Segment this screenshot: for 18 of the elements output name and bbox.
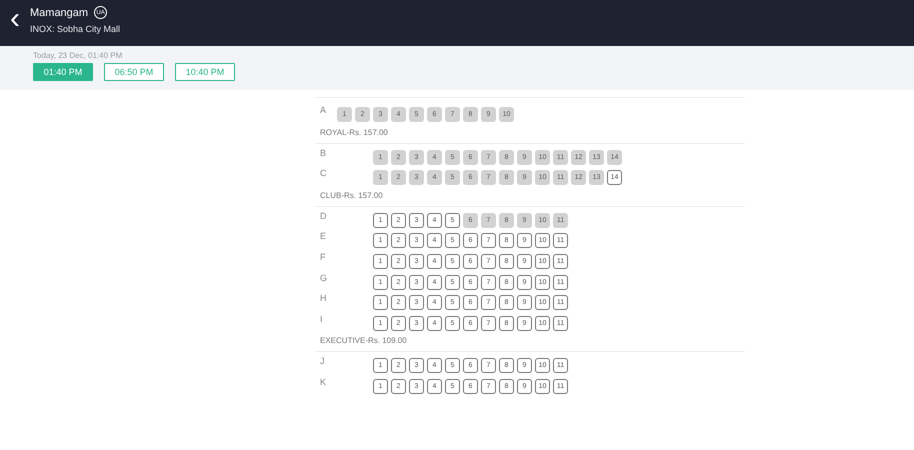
row-label: E — [319, 231, 328, 242]
row-label: H — [319, 293, 328, 304]
row-label: A — [319, 105, 328, 115]
row-label: C — [319, 168, 328, 178]
row-label: I — [319, 314, 324, 324]
row-label: J — [319, 356, 326, 366]
row-label: B — [319, 148, 328, 158]
venue-name: INOX: Sobha City Mall — [30, 24, 120, 34]
row-label: F — [319, 252, 326, 262]
row-label: G — [319, 272, 328, 283]
row-label: D — [319, 210, 328, 221]
section-price-label: CLUB-Rs. 157.00 — [319, 190, 384, 200]
movie-title: Mamangam — [30, 6, 88, 18]
row-label: K — [319, 376, 328, 387]
section-price-label: ROYAL-Rs. 157.00 — [319, 126, 389, 137]
back-button[interactable]: ‹ — [6, 6, 24, 32]
section-price-label: EXECUTIVE-Rs. 109.00 — [319, 335, 408, 346]
show-date: Today, 23 Dec, 01:40 PM — [33, 50, 124, 62]
